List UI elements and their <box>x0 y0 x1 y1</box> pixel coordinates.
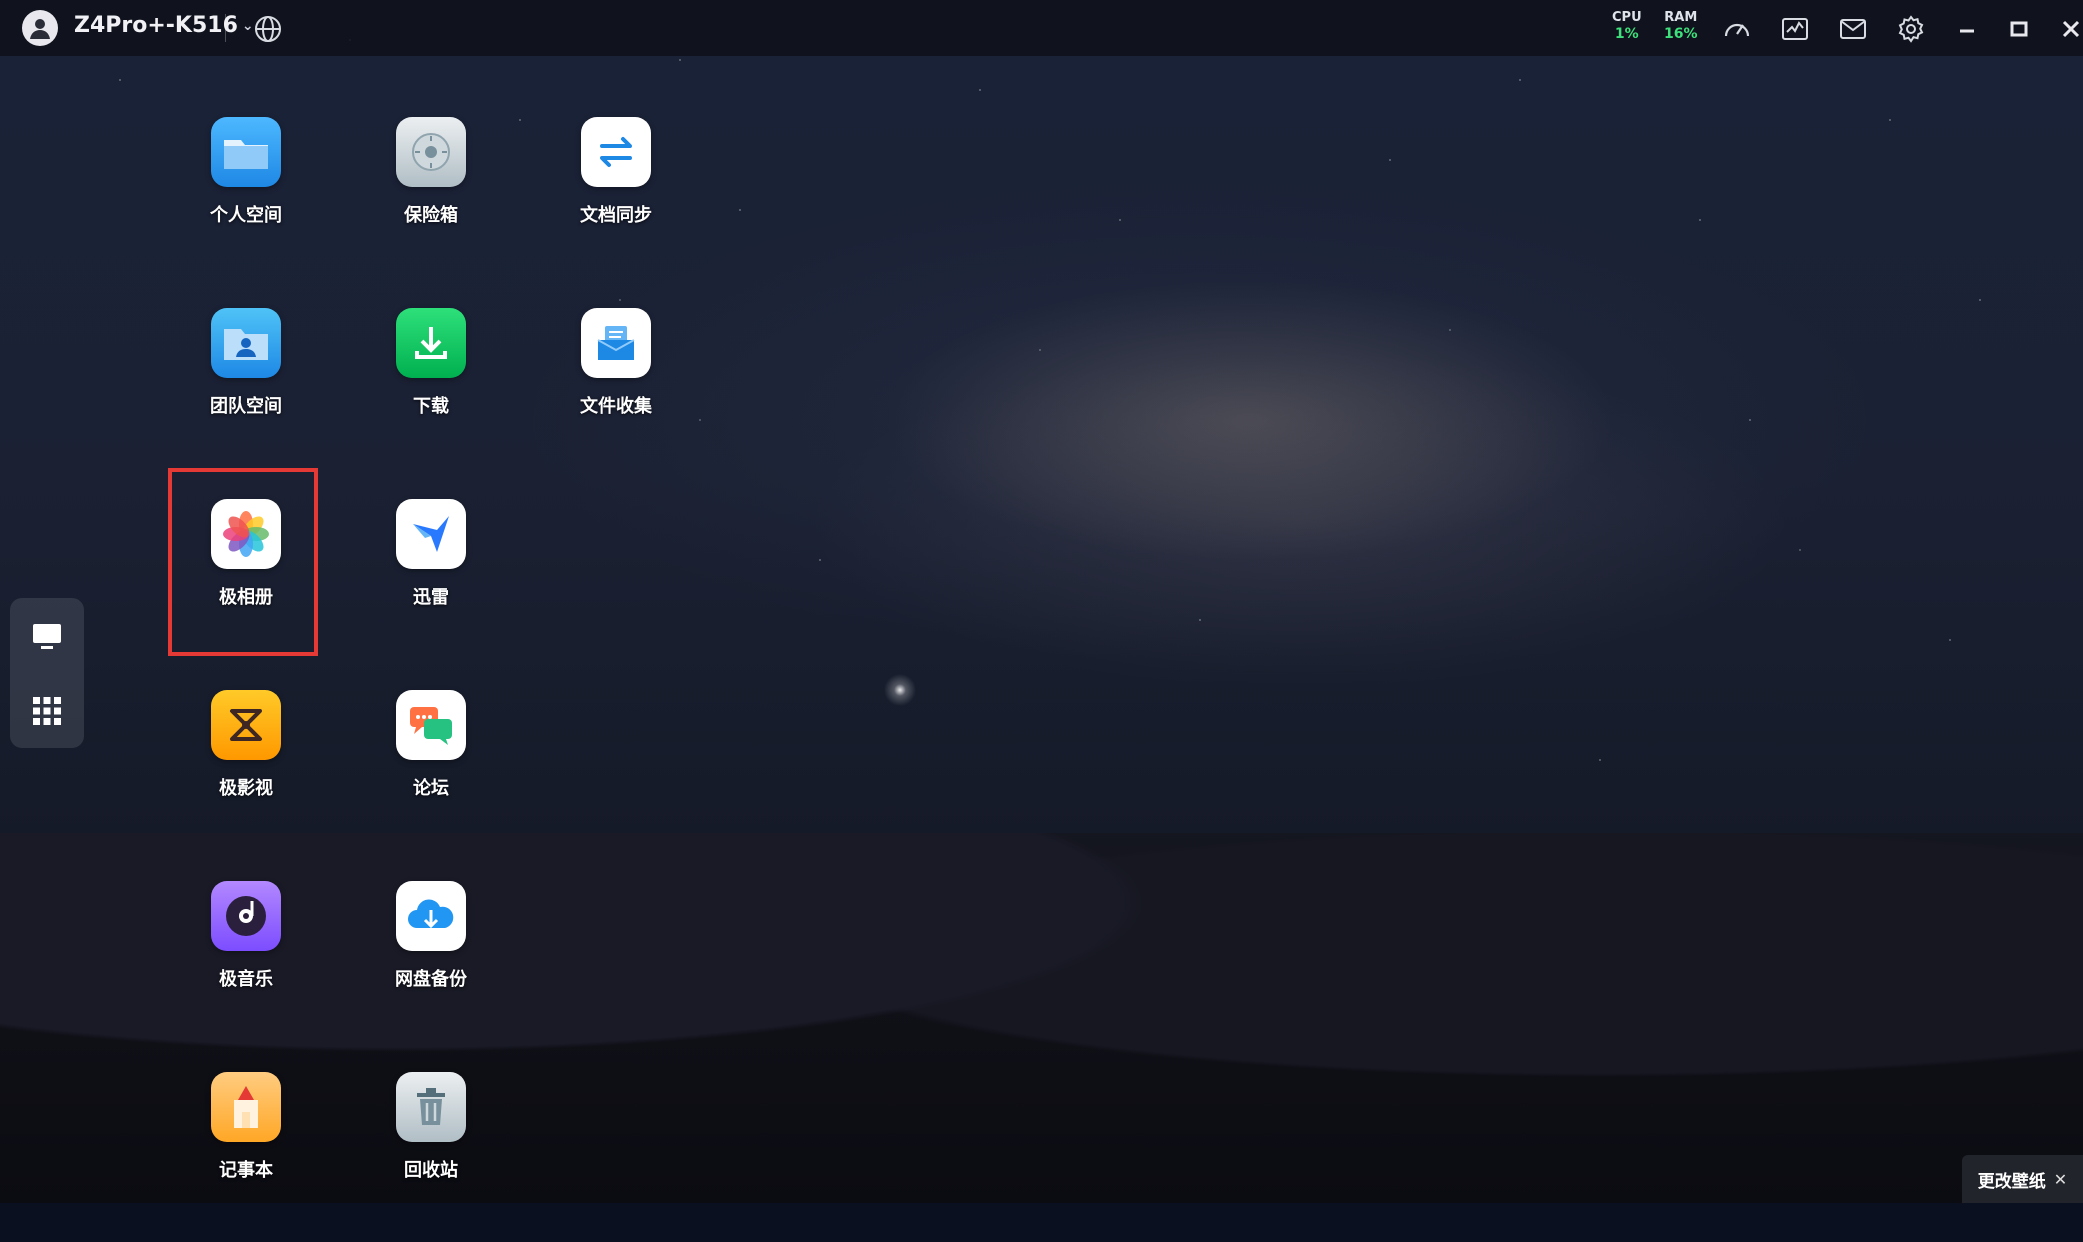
app-label: 记事本 <box>219 1160 273 1181</box>
cloud-download-icon <box>396 881 466 951</box>
resource-monitor-icon[interactable] <box>1778 12 1812 46</box>
app-label: 极音乐 <box>219 969 273 990</box>
app-label: 保险箱 <box>404 205 458 226</box>
maximize-icon[interactable] <box>2002 12 2036 46</box>
gear-icon[interactable] <box>1894 12 1928 46</box>
app-label: 网盘备份 <box>395 969 467 990</box>
app-label: 文件收集 <box>580 396 652 417</box>
app-label: 迅雷 <box>413 587 449 608</box>
app-label: 文档同步 <box>580 205 652 226</box>
mail-icon[interactable] <box>1836 12 1870 46</box>
ram-stat[interactable]: RAM 16% <box>1664 10 1698 42</box>
chat-bubbles-icon <box>396 690 466 760</box>
monitor-icon <box>33 623 61 649</box>
folder-icon <box>211 117 281 187</box>
app-team-space[interactable]: 团队空间 <box>171 308 321 478</box>
app-doc-sync[interactable]: 文档同步 <box>541 117 691 287</box>
app-xunlei[interactable]: 迅雷 <box>356 499 506 669</box>
music-disc-icon <box>211 881 281 951</box>
selection-highlight <box>168 468 318 656</box>
trash-icon <box>396 1072 466 1142</box>
app-grid-button[interactable] <box>22 686 72 736</box>
ram-label: RAM <box>1664 10 1698 25</box>
change-wallpaper-label: 更改壁纸 <box>1977 1171 2046 1192</box>
app-download[interactable]: 下载 <box>356 308 506 478</box>
app-notepad[interactable]: 记事本 <box>171 1072 321 1242</box>
app-label: 极影视 <box>219 778 273 799</box>
desktop-button[interactable] <box>22 611 72 661</box>
app-label: 论坛 <box>413 778 449 799</box>
user-avatar[interactable] <box>22 10 58 46</box>
notepad-icon <box>211 1072 281 1142</box>
device-selector[interactable]: Z4Pro+-K516 ⌄ <box>74 13 254 38</box>
cpu-label: CPU <box>1612 10 1642 25</box>
app-label: 下载 <box>413 396 449 417</box>
app-safe-box[interactable]: 保险箱 <box>356 117 506 287</box>
app-label: 团队空间 <box>210 396 282 417</box>
safe-dial-icon <box>396 117 466 187</box>
close-icon[interactable] <box>2054 12 2083 46</box>
app-music[interactable]: 极音乐 <box>171 881 321 1051</box>
sync-arrows-icon <box>581 117 651 187</box>
top-bar: Z4Pro+-K516 ⌄ CPU 1% RAM 16% <box>0 0 2083 56</box>
team-folder-icon <box>211 308 281 378</box>
cpu-stat[interactable]: CPU 1% <box>1612 10 1642 42</box>
grid-icon <box>33 696 61 725</box>
cpu-value: 1% <box>1614 26 1639 42</box>
device-name-label: Z4Pro+-K516 <box>74 13 238 38</box>
app-file-collect[interactable]: 文件收集 <box>541 308 691 478</box>
app-label: 回收站 <box>404 1160 458 1181</box>
side-dock <box>10 598 84 748</box>
globe-icon[interactable] <box>252 13 284 45</box>
app-forum[interactable]: 论坛 <box>356 690 506 860</box>
change-wallpaper-button[interactable]: 更改壁纸 ✕ <box>1962 1155 2083 1203</box>
xunlei-bird-icon <box>396 499 466 569</box>
app-label: 个人空间 <box>210 205 282 226</box>
app-cloud-backup[interactable]: 网盘备份 <box>356 881 506 1051</box>
ram-value: 16% <box>1664 26 1698 42</box>
minimize-icon[interactable] <box>1950 12 1984 46</box>
close-icon[interactable]: ✕ <box>2054 1170 2067 1189</box>
file-collect-icon <box>581 308 651 378</box>
app-personal-space[interactable]: 个人空间 <box>171 117 321 287</box>
app-recycle-bin[interactable]: 回收站 <box>356 1072 506 1242</box>
topbar-divider <box>225 14 226 42</box>
film-icon <box>211 690 281 760</box>
download-arrow-icon <box>396 308 466 378</box>
speedometer-icon[interactable] <box>1720 12 1754 46</box>
user-icon <box>30 19 50 39</box>
app-video[interactable]: 极影视 <box>171 690 321 860</box>
